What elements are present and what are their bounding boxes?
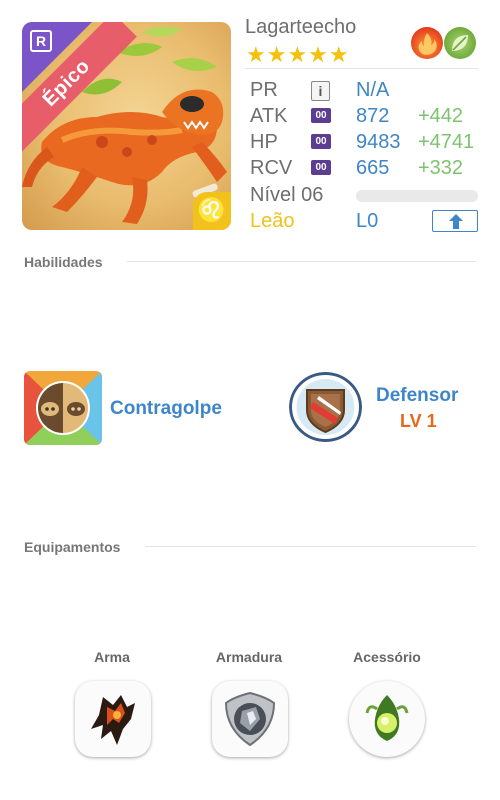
divider (127, 261, 476, 262)
leader-skill-name[interactable]: Defensor (376, 385, 458, 407)
unit-portrait[interactable]: Épico R ♌ (22, 22, 231, 230)
info-icon[interactable]: i (311, 81, 330, 101)
rcv-label: RCV (250, 157, 293, 179)
armor-slot[interactable] (212, 681, 288, 757)
hp-bonus: +4741 (418, 131, 475, 153)
rcv-bonus: +332 (418, 157, 464, 179)
atk-value: 872 (356, 105, 390, 127)
hp-plus-badge: 00 (311, 134, 331, 149)
weapon-claw-icon (91, 695, 135, 745)
equip-label-accessory: Acessório (353, 649, 421, 665)
rcv-plus-badge: 00 (311, 160, 331, 175)
armor-shield-icon (224, 691, 276, 747)
shield-icon (289, 372, 362, 442)
upgrade-button[interactable] (432, 210, 478, 232)
active-skill-icon[interactable] (24, 371, 102, 445)
active-skill-name[interactable]: Contragolpe (110, 398, 222, 420)
leader-skill-level: LV 1 (400, 411, 437, 431)
awaken-level: L0 (356, 210, 379, 232)
atk-label: ATK (250, 105, 288, 127)
skills-section-title: Habilidades (24, 254, 103, 270)
rcv-value: 665 (356, 157, 390, 179)
accessory-orb-icon (365, 695, 409, 741)
pr-label: PR (250, 79, 278, 101)
atk-bonus: +442 (418, 105, 464, 127)
rarity-stars: ★★★★★ (246, 42, 350, 67)
equip-label-armor: Armadura (215, 649, 283, 665)
leaf-icon (444, 27, 476, 59)
divider (145, 546, 476, 547)
unit-name: Lagarteecho (245, 16, 357, 38)
leader-skill-icon[interactable] (289, 372, 362, 442)
hp-value: 9483 (356, 131, 401, 153)
divider (245, 68, 478, 69)
level-label: Nível 06 (250, 184, 324, 206)
equip-label-weapon: Arma (94, 649, 130, 665)
pig-face-icon (24, 371, 102, 445)
pr-value: N/A (356, 79, 390, 101)
accessory-slot[interactable] (349, 681, 425, 757)
fire-icon (411, 27, 443, 59)
rank-badge: R (30, 30, 52, 52)
zodiac-name: Leão (250, 210, 295, 232)
zodiac-leo-icon: ♌ (193, 192, 231, 230)
arrow-up-icon (449, 214, 463, 229)
xp-progress-bar (356, 190, 478, 202)
hp-label: HP (250, 131, 278, 153)
weapon-slot[interactable] (75, 681, 151, 757)
equipment-section-title: Equipamentos (24, 539, 121, 555)
atk-plus-badge: 00 (311, 108, 331, 123)
